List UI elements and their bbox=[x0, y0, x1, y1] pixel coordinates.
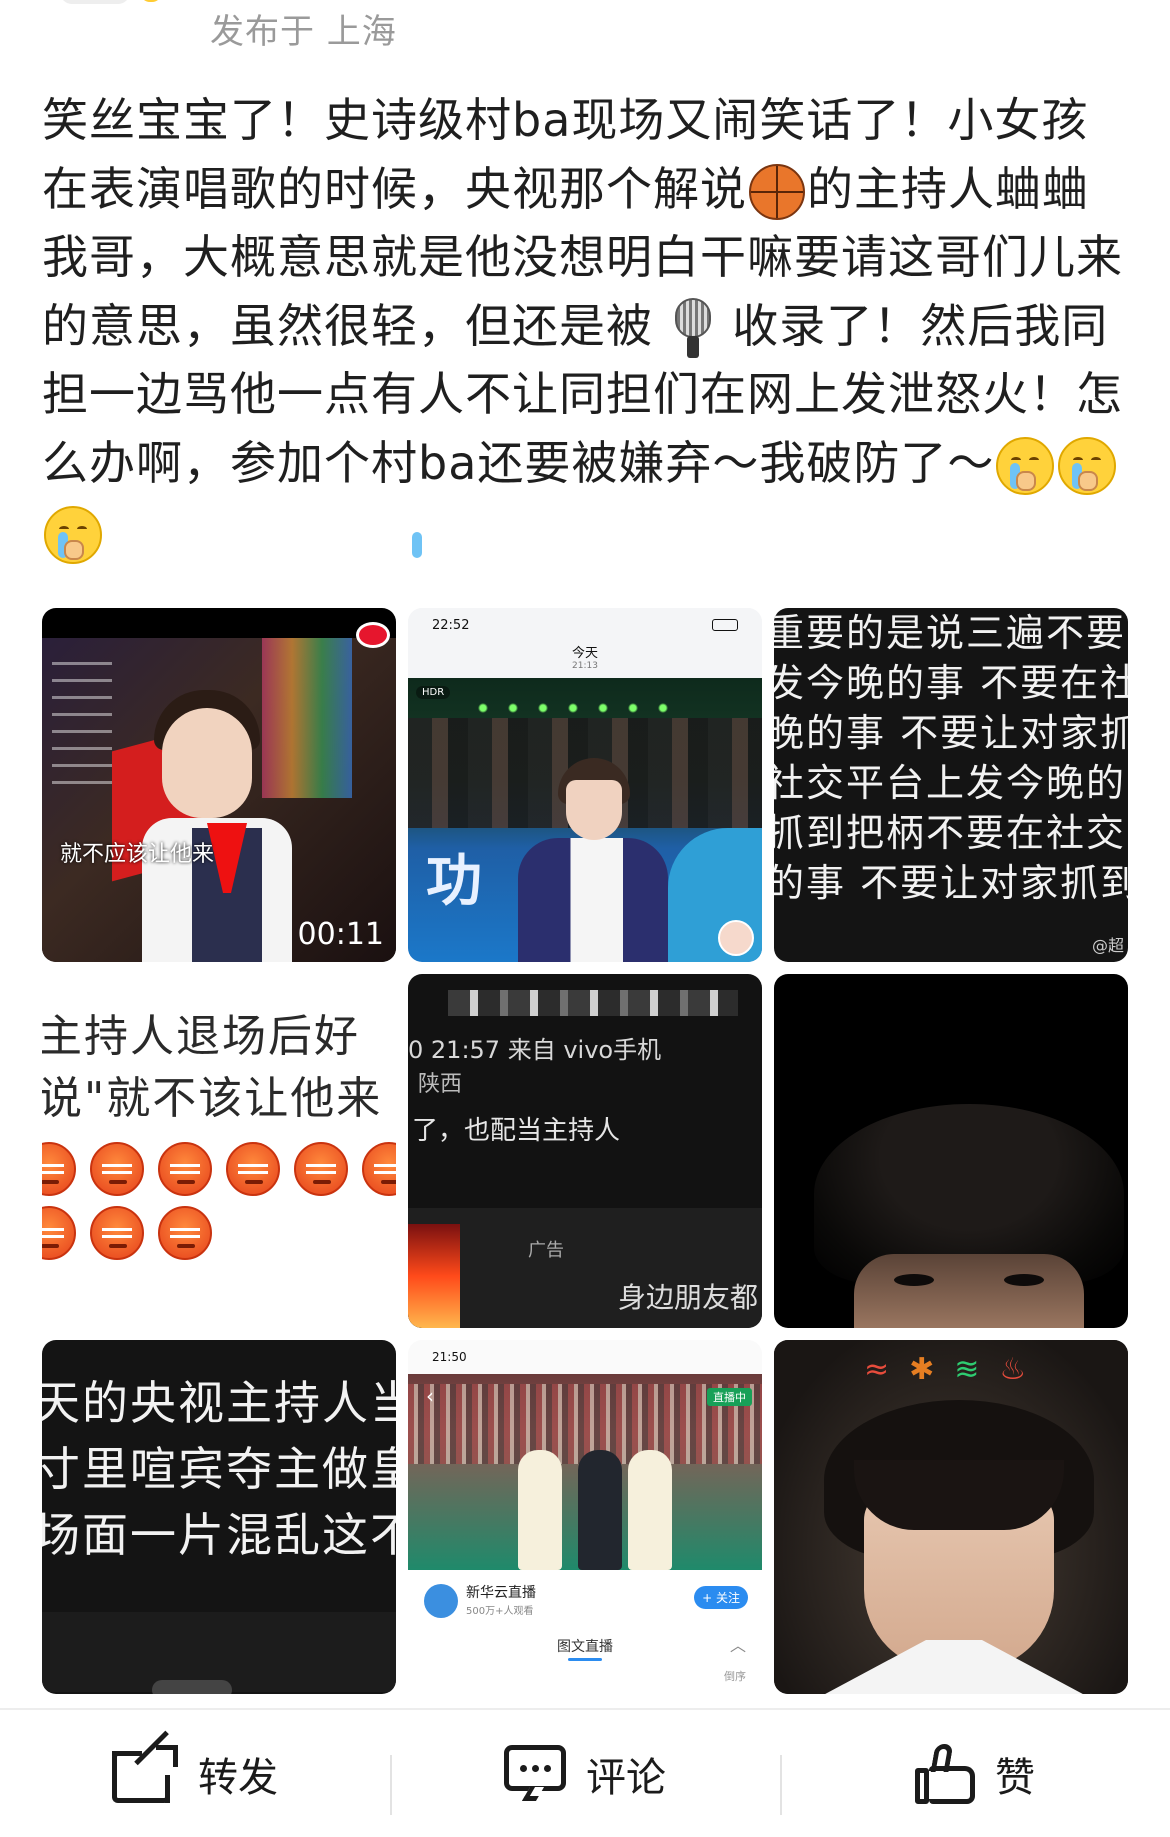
angry-emoji-icon bbox=[42, 1206, 76, 1260]
post-action-bar: 转发 评论 赞 bbox=[0, 1710, 1170, 1837]
angry-emoji-icon bbox=[362, 1142, 396, 1196]
comment-label: 评论 bbox=[586, 1754, 666, 1801]
blurred-username bbox=[448, 990, 738, 1016]
crying-emoji-icon bbox=[44, 505, 422, 564]
scroll-pill bbox=[152, 1680, 232, 1694]
sort-order-label: 倒序 bbox=[724, 1670, 746, 1683]
gallery-video-tile[interactable]: 就不应该让他来 00:11 bbox=[42, 608, 396, 962]
share-icon bbox=[112, 1730, 178, 1803]
author-badge-icon bbox=[140, 0, 162, 2]
chevron-up-icon: ︿ bbox=[729, 1636, 746, 1655]
phone-status-bar: 21:50 bbox=[408, 1340, 762, 1374]
phone-status-bar: 22:52 bbox=[408, 608, 762, 642]
weibo-logo-icon bbox=[356, 622, 390, 648]
ad-label: 广告 bbox=[528, 1240, 564, 1261]
angry-emoji-icon bbox=[42, 1142, 76, 1196]
screenshot-text-lines: 天的央视主持人当 寸里喧宾夺主做皇 场面一片混乱这不 bbox=[42, 1376, 396, 1562]
channel-logo-icon bbox=[424, 1584, 458, 1618]
angry-emoji-icon bbox=[158, 1142, 212, 1196]
back-chevron-icon: ‹ bbox=[426, 1384, 434, 1408]
gallery-image-tile[interactable] bbox=[774, 974, 1128, 1328]
image-gallery: 就不应该让他来 00:11 22:52 今天 21:13 HDR 功 重要的是说… bbox=[42, 608, 1128, 1694]
gallery-image-tile[interactable]: 22:52 今天 21:13 HDR 功 bbox=[408, 608, 762, 962]
crying-emoji-icon bbox=[996, 437, 1055, 495]
video-caption: 就不应该让他来 bbox=[60, 842, 215, 867]
banner-character: 功 bbox=[426, 849, 482, 914]
comment-text: 了，也配当主持人 bbox=[412, 1116, 621, 1146]
ad-text: 身边朋友都 bbox=[618, 1281, 759, 1314]
author-avatar-partial[interactable] bbox=[60, 0, 130, 4]
basketball-icon bbox=[749, 164, 805, 220]
event-logos: ≈✱≋♨ bbox=[864, 1352, 1047, 1387]
portrait-photo bbox=[854, 1254, 1084, 1328]
screen-header: 今天 21:13 bbox=[571, 646, 598, 671]
comment-icon bbox=[504, 1744, 566, 1803]
gallery-image-tile[interactable]: 0 21:57 来自 vivo手机 陕西 了，也配当主持人 广告 身边朋友都 bbox=[408, 974, 762, 1328]
ad-image bbox=[408, 1224, 460, 1328]
angry-emoji-icon bbox=[90, 1142, 144, 1196]
share-label: 转发 bbox=[198, 1754, 278, 1801]
gallery-text-image-tile[interactable]: 重要的是说三遍不要 发今晚的事 不要在社 晚的事 不要让对家抓 社交平台上发今晚… bbox=[774, 608, 1128, 962]
post-body-text: 笑丝宝宝了！史诗级村ba现场又闹笑话了！小女孩在表演唱歌的时候，央视那个解说 的主… bbox=[42, 86, 1132, 566]
comment-button[interactable]: 评论 bbox=[390, 1710, 780, 1837]
gallery-image-tile[interactable]: 21:50 ‹ 直播中 新华云直播 500万+人观看 + 关注 图文直播 ︿ 倒… bbox=[408, 1340, 762, 1694]
crying-emoji-icon bbox=[1058, 437, 1117, 495]
post-location: 发布于 上海 bbox=[210, 12, 397, 52]
comment-location: 陕西 bbox=[418, 1072, 463, 1097]
live-badge: 直播中 bbox=[707, 1388, 752, 1406]
small-avatar bbox=[718, 920, 754, 956]
angry-emoji-row bbox=[42, 1206, 226, 1264]
gallery-text-image-tile[interactable]: 天的央视主持人当 寸里喧宾夺主做皇 场面一片混乱这不 bbox=[42, 1340, 396, 1694]
screenshot-text-lines: 重要的是说三遍不要 发今晚的事 不要在社 晚的事 不要让对家抓 社交平台上发今晚… bbox=[774, 611, 1128, 905]
thumbs-up-icon bbox=[915, 1743, 975, 1804]
tab-live-text: 图文直播 bbox=[557, 1639, 613, 1655]
battery-icon bbox=[712, 619, 738, 631]
angry-emoji-icon bbox=[158, 1206, 212, 1260]
watermark: @超 bbox=[1091, 936, 1124, 955]
microphone-icon bbox=[671, 298, 715, 360]
share-button[interactable]: 转发 bbox=[0, 1710, 390, 1837]
gallery-image-tile[interactable]: ≈✱≋♨ bbox=[774, 1340, 1128, 1694]
angry-emoji-icon bbox=[226, 1142, 280, 1196]
live-channel-card: 新华云直播 500万+人观看 + 关注 图文直播 ︿ 倒序 bbox=[408, 1570, 762, 1694]
gallery-text-image-tile[interactable]: 主持人退场后好 说"就不该让他来 bbox=[42, 974, 396, 1328]
angry-emoji-row bbox=[42, 1142, 396, 1200]
angry-emoji-icon bbox=[90, 1206, 144, 1260]
comment-meta: 0 21:57 来自 vivo手机 bbox=[408, 1036, 662, 1064]
like-button[interactable]: 赞 bbox=[780, 1710, 1170, 1837]
hdr-badge: HDR bbox=[416, 686, 451, 699]
follow-button: + 关注 bbox=[694, 1586, 748, 1609]
channel-viewers: 500万+人观看 bbox=[466, 1606, 534, 1617]
video-duration: 00:11 bbox=[297, 917, 384, 952]
angry-emoji-icon bbox=[294, 1142, 348, 1196]
screenshot-text-lines: 主持人退场后好 说"就不该让他来 bbox=[42, 1011, 383, 1124]
like-label: 赞 bbox=[995, 1754, 1035, 1801]
channel-name: 新华云直播 bbox=[466, 1585, 536, 1601]
